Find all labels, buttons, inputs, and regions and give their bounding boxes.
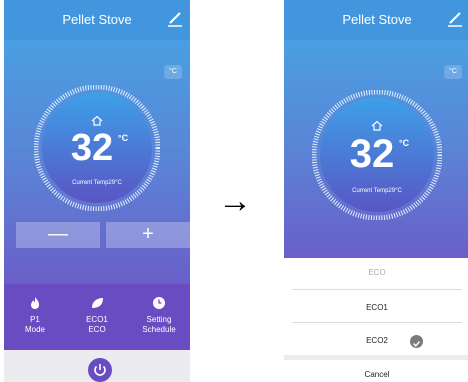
leaf-icon xyxy=(92,298,103,308)
transition-arrow: → xyxy=(218,182,252,220)
unit-toggle-button[interactable]: °C xyxy=(164,65,182,79)
temperature-dial[interactable]: 32 °C Current Temp29°C xyxy=(33,84,161,212)
eco-picker-sheet: ECO ECO1 ECO2 Cancel xyxy=(284,258,468,382)
clock-icon xyxy=(153,297,165,309)
divider xyxy=(292,289,462,290)
mode-label: Mode xyxy=(24,325,45,334)
current-temperature: Current Temp29°C xyxy=(352,188,402,194)
thermostat-panel: °C 32 °C Current Temp29°C xyxy=(284,40,468,258)
eco-value: ECO1 xyxy=(86,315,108,324)
divider xyxy=(284,355,468,360)
device-title: Pellet Stove xyxy=(342,12,412,27)
edit-pencil-icon[interactable] xyxy=(446,7,464,29)
target-temperature: 32 xyxy=(349,132,395,176)
mode-bar: P1 Mode ECO1 ECO Setting Schedule xyxy=(4,284,190,350)
picker-header: ECO xyxy=(368,268,386,277)
temperature-unit: °C xyxy=(399,138,410,148)
bottom-bar xyxy=(4,350,190,382)
home-icon xyxy=(371,120,383,131)
target-temperature: 32 xyxy=(70,127,114,169)
power-button[interactable] xyxy=(88,358,112,382)
title-bar: Pellet Stove xyxy=(284,0,468,40)
mode-value: P1 xyxy=(30,315,40,324)
phone-screen-eco-picker: Pellet Stove °C 32 °C Current Temp29°C E… xyxy=(284,0,468,382)
phone-screen-main: Pellet Stove °C 32 °C Current Temp29°C —… xyxy=(4,0,190,382)
edit-pencil-icon[interactable] xyxy=(166,7,184,29)
increase-button[interactable]: + xyxy=(106,222,190,248)
unit-toggle-button[interactable]: °C xyxy=(444,65,462,79)
divider xyxy=(292,322,462,323)
current-temperature: Current Temp29°C xyxy=(72,180,122,186)
option-eco1[interactable]: ECO1 xyxy=(284,295,468,321)
step-controls: — + xyxy=(16,222,190,248)
eco-label: ECO xyxy=(88,325,106,334)
power-icon xyxy=(94,364,106,376)
flame-icon xyxy=(31,297,39,309)
option-eco2-label: ECO2 xyxy=(366,336,388,345)
schedule-label: Schedule xyxy=(142,325,176,334)
checkmark-icon xyxy=(410,335,423,348)
home-icon xyxy=(91,115,103,126)
eco-button[interactable]: ECO1 ECO xyxy=(66,284,128,350)
title-bar: Pellet Stove xyxy=(4,0,190,40)
temperature-unit: °C xyxy=(118,133,129,143)
option-eco2[interactable]: ECO2 xyxy=(284,328,468,354)
temperature-dial[interactable]: 32 °C Current Temp29°C xyxy=(311,89,443,221)
device-title: Pellet Stove xyxy=(62,12,132,27)
mode-button[interactable]: P1 Mode xyxy=(4,284,66,350)
decrease-button[interactable]: — xyxy=(16,222,100,248)
schedule-button[interactable]: Setting Schedule xyxy=(128,284,190,350)
cancel-button[interactable]: Cancel xyxy=(284,362,468,382)
schedule-value: Setting xyxy=(146,315,172,324)
